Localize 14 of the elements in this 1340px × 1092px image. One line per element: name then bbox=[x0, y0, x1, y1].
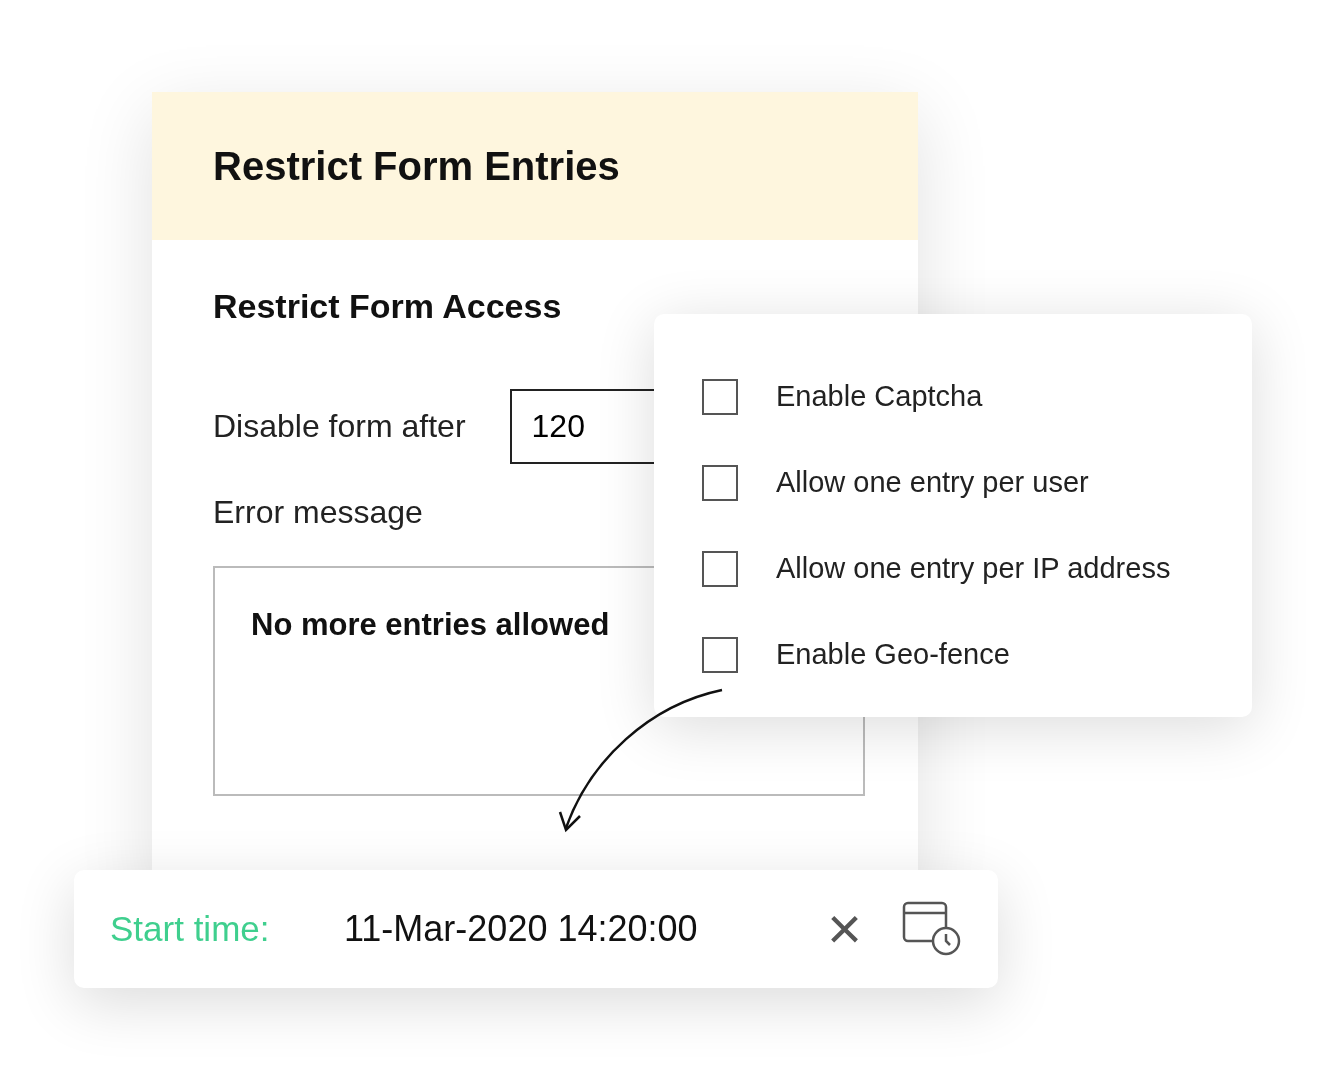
checkbox[interactable] bbox=[702, 465, 738, 501]
field-label: Start time: bbox=[110, 907, 271, 950]
card-title: Restrict Form Entries bbox=[152, 92, 918, 240]
checkbox[interactable] bbox=[702, 551, 738, 587]
field-label: Disable form after bbox=[213, 407, 466, 447]
field-label: Error message bbox=[213, 492, 424, 532]
calendar-clock-icon[interactable] bbox=[902, 901, 962, 957]
checkbox[interactable] bbox=[702, 637, 738, 673]
option-label: Allow one entry per user bbox=[776, 465, 1089, 501]
section-title: Restrict Form Access bbox=[213, 286, 563, 327]
checkbox[interactable] bbox=[702, 379, 738, 415]
date-time-value[interactable]: 11-Mar-2020 14:20:00 bbox=[344, 902, 827, 956]
option-label: Enable Captcha bbox=[776, 379, 983, 415]
clear-button[interactable]: × bbox=[826, 899, 862, 959]
